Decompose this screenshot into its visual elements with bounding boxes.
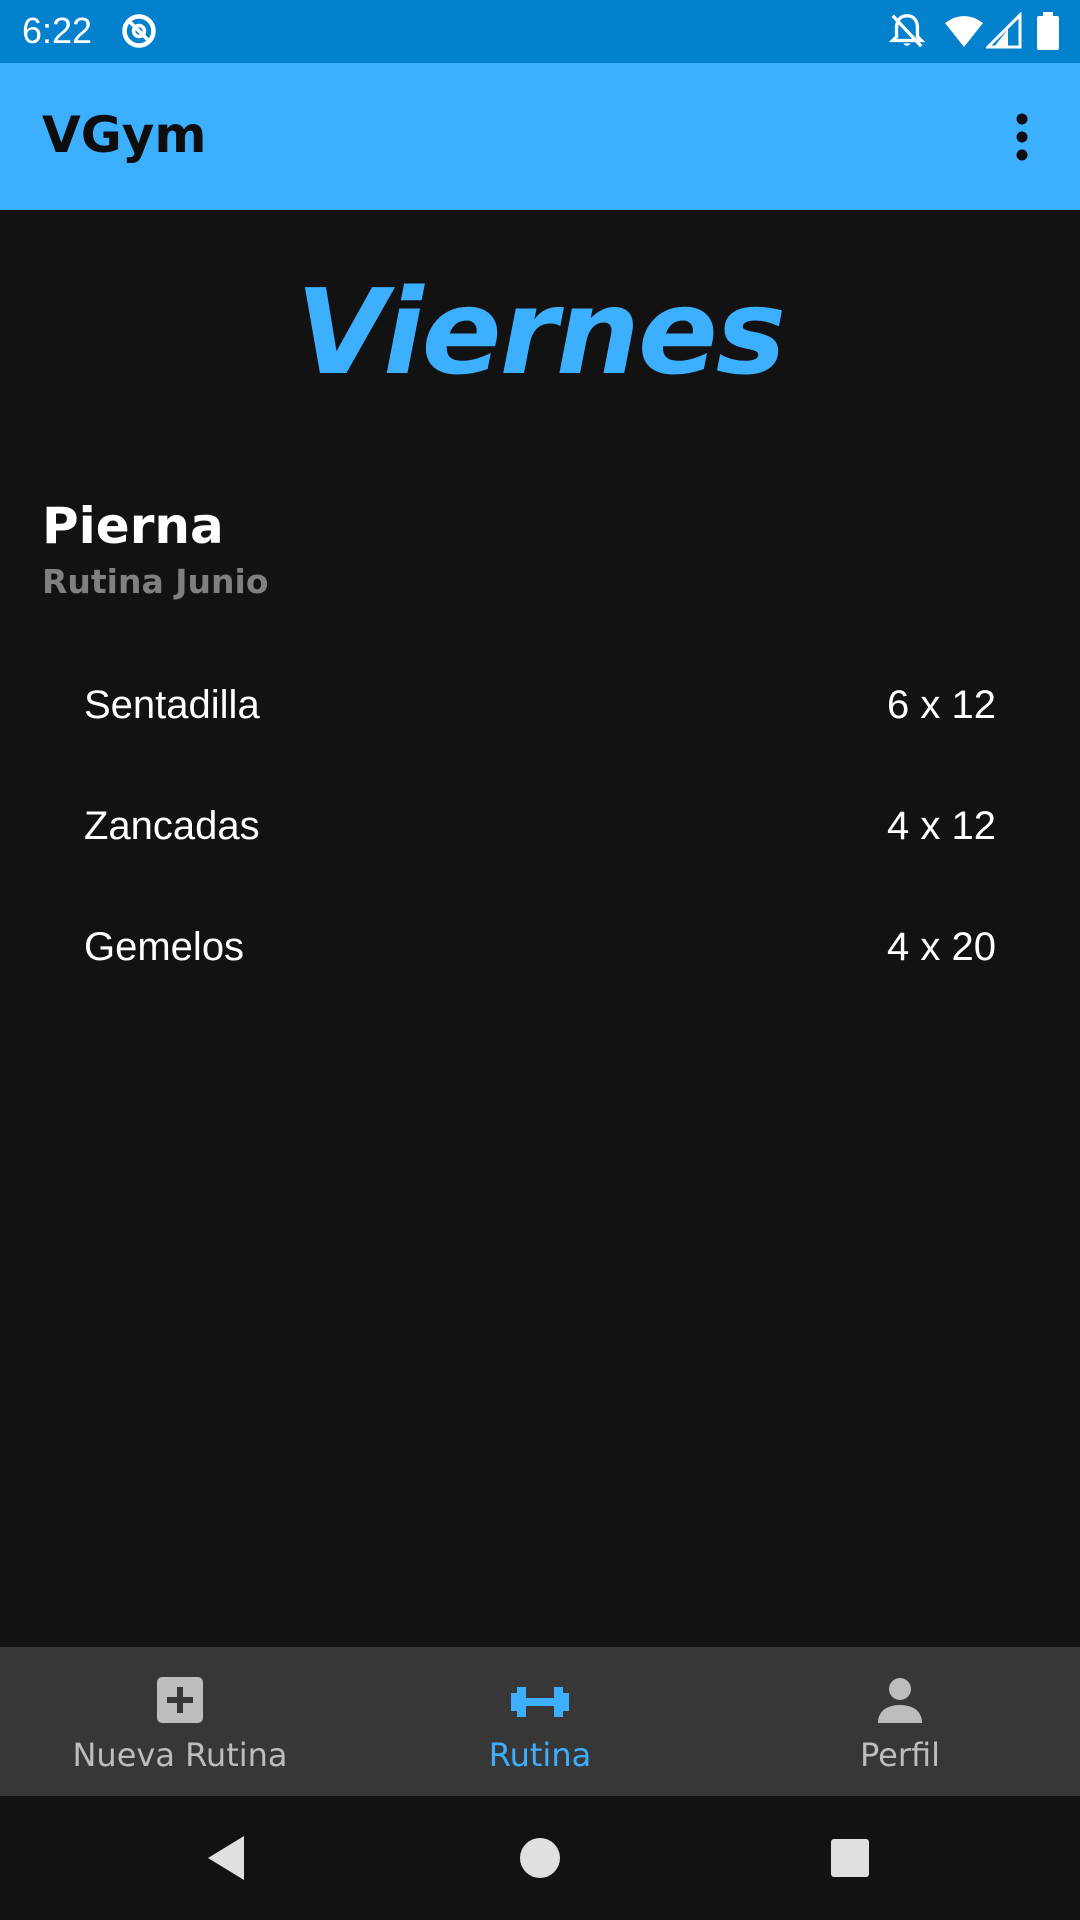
nav-label: Rutina bbox=[488, 1736, 592, 1774]
nav-item-nueva-rutina[interactable]: Nueva Rutina bbox=[0, 1647, 360, 1796]
nav-item-perfil[interactable]: Perfil bbox=[720, 1647, 1080, 1796]
fitness-center-icon bbox=[511, 1687, 569, 1717]
exercise-name: Sentadilla bbox=[84, 683, 260, 727]
system-navigation-bar bbox=[0, 1796, 1080, 1920]
wifi-icon bbox=[945, 16, 983, 47]
notifications-off-icon bbox=[888, 14, 926, 48]
battery-icon bbox=[1037, 12, 1059, 50]
screen: 6:22 VGym Viernes Pierna Rutina Junio Se… bbox=[0, 0, 1080, 1920]
recents-icon[interactable] bbox=[820, 1828, 880, 1888]
exercise-row[interactable]: Sentadilla 6 x 12 bbox=[0, 646, 1080, 767]
status-bar: 6:22 bbox=[0, 0, 1080, 63]
routine-subtitle: Rutina Junio bbox=[42, 562, 269, 601]
exercise-list: Sentadilla 6 x 12 Zancadas 4 x 12 Gemelo… bbox=[0, 646, 1080, 1009]
exercise-sets: 4 x 20 bbox=[887, 925, 996, 969]
exercise-name: Gemelos bbox=[84, 925, 245, 969]
app-bar: VGym bbox=[0, 63, 1080, 210]
exercise-sets: 6 x 12 bbox=[887, 683, 996, 727]
exercise-row[interactable]: Zancadas 4 x 12 bbox=[0, 767, 1080, 888]
exercise-sets: 4 x 12 bbox=[887, 804, 996, 848]
exercise-row[interactable]: Gemelos 4 x 20 bbox=[0, 888, 1080, 1009]
add-box-icon bbox=[157, 1677, 203, 1723]
home-icon[interactable] bbox=[510, 1828, 570, 1888]
cell-signal-icon bbox=[986, 12, 1022, 49]
exercise-name: Zancadas bbox=[84, 804, 260, 848]
day-title: Viernes bbox=[295, 263, 786, 401]
bottom-navigation: Nueva Rutina Rutina Perfil bbox=[0, 1647, 1080, 1796]
routine-name: Pierna bbox=[42, 497, 224, 555]
person-icon bbox=[878, 1678, 922, 1723]
status-time: 6:22 bbox=[22, 10, 93, 51]
more-vert-icon[interactable] bbox=[1002, 111, 1042, 163]
sync-icon bbox=[122, 14, 156, 48]
back-icon[interactable] bbox=[196, 1828, 256, 1888]
nav-item-rutina[interactable]: Rutina bbox=[360, 1647, 720, 1796]
nav-label: Nueva Rutina bbox=[72, 1736, 288, 1774]
app-title: VGym bbox=[42, 106, 207, 164]
nav-label: Perfil bbox=[859, 1736, 941, 1774]
